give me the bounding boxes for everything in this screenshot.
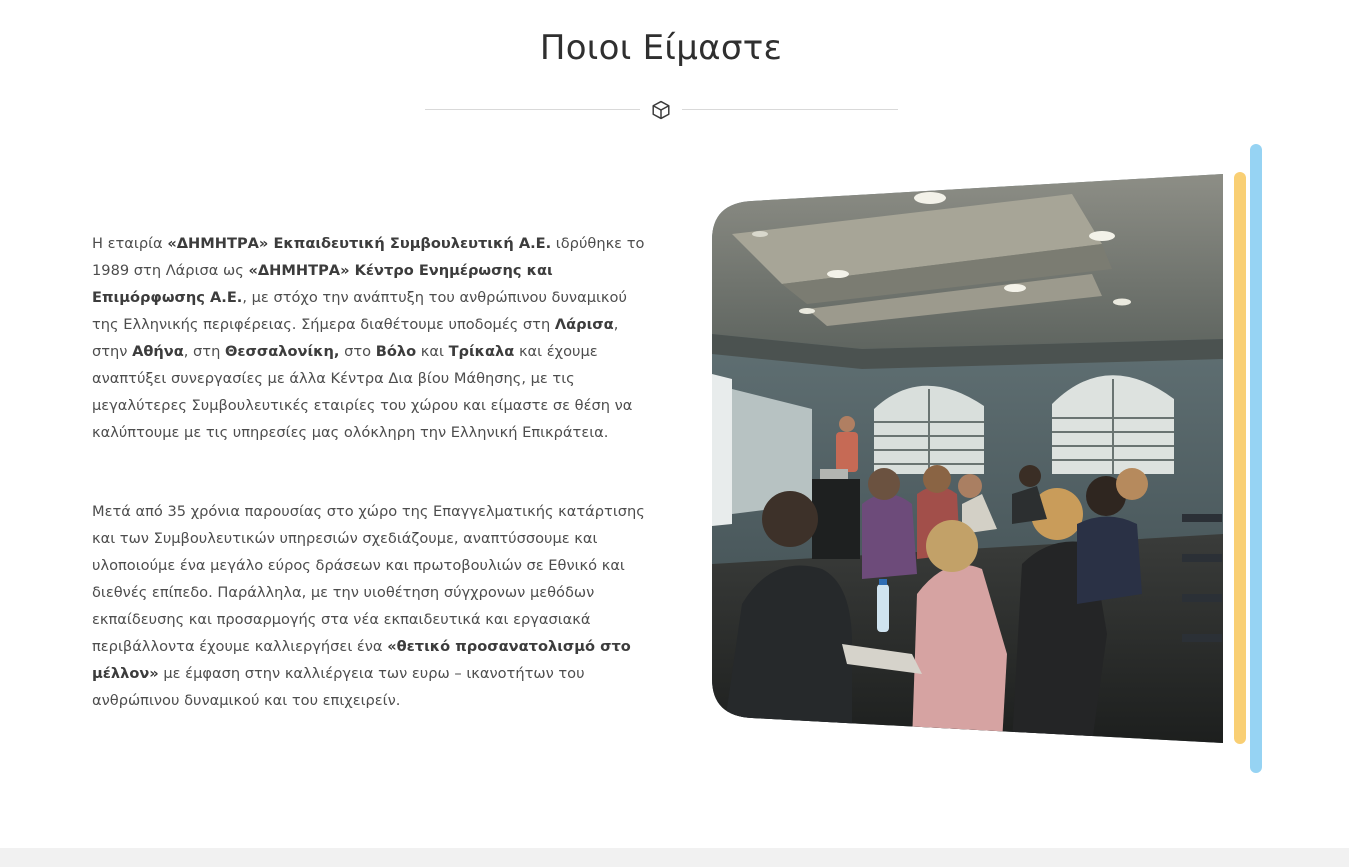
section-title: Ποιοι Είμαστε bbox=[539, 28, 783, 68]
text-run: στο bbox=[339, 343, 376, 360]
city-trikala: Τρίκαλα bbox=[448, 343, 515, 360]
city-larisa: Λάρισα bbox=[554, 316, 614, 333]
company-name: «ΔΗΜΗΤΡΑ» Εκπαιδευτική Συμβουλευτική Α.Ε… bbox=[167, 235, 552, 252]
about-paragraph-2: Μετά από 35 χρόνια παρουσίας στο χώρο τη… bbox=[92, 498, 657, 714]
title-divider bbox=[425, 97, 898, 123]
text-run: Η εταιρία bbox=[92, 235, 168, 252]
city-volos: Βόλο bbox=[375, 343, 417, 360]
footer-band bbox=[0, 848, 1349, 867]
seminar-photo bbox=[712, 174, 1223, 743]
about-section: Ποιοι Είμαστε Η εταιρία «ΔΗΜΗΤΡΑ» Εκπαιδ… bbox=[0, 0, 1349, 848]
accent-bar-yellow bbox=[1234, 172, 1246, 744]
city-athens: Αθήνα bbox=[132, 343, 184, 360]
about-paragraph-1: Η εταιρία «ΔΗΜΗΤΡΑ» Εκπαιδευτική Συμβουλ… bbox=[92, 230, 657, 446]
about-text: Η εταιρία «ΔΗΜΗΤΡΑ» Εκπαιδευτική Συμβουλ… bbox=[92, 230, 657, 714]
city-thessaloniki: Θεσσαλονίκη, bbox=[224, 343, 340, 360]
text-run: και bbox=[416, 343, 449, 360]
divider-line-right bbox=[682, 109, 898, 110]
accent-bar-blue bbox=[1250, 144, 1262, 773]
text-run: με έμφαση στην καλλιέργεια των ευρω – ικ… bbox=[92, 665, 585, 709]
cube-icon bbox=[652, 100, 670, 120]
text-run: , στη bbox=[183, 343, 225, 360]
divider-line-left bbox=[425, 109, 640, 110]
text-run: Μετά από 35 χρόνια παρουσίας στο χώρο τη… bbox=[92, 503, 645, 655]
